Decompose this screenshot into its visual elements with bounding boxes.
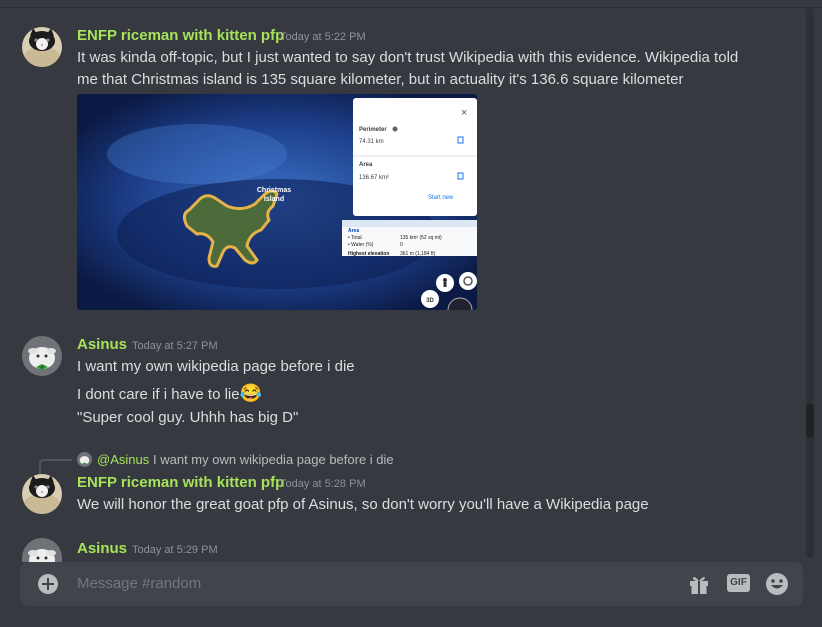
3d-button-label: 3D — [426, 298, 434, 304]
kitten-avatar-image — [22, 27, 62, 67]
gift-icon[interactable] — [688, 573, 710, 595]
kitten-avatar-image — [22, 474, 62, 514]
message-text-line: "Super cool guy. Uhhh has big D" — [77, 409, 299, 426]
avatar-kitten[interactable] — [22, 474, 62, 514]
infobox-value: 361 m (1,184 ft) — [400, 251, 436, 257]
satellite-map-image: Christmas Island × Perimeter 74.31 km Ar… — [77, 94, 477, 310]
map-label: Island — [264, 196, 284, 203]
message-input[interactable]: Message #random — [77, 575, 201, 592]
image-attachment[interactable]: Christmas Island × Perimeter 74.31 km Ar… — [77, 94, 477, 310]
infobox-label: Highest elevation — [348, 251, 389, 257]
message-author[interactable]: Asinus — [77, 336, 127, 353]
map-label: Christmas — [257, 187, 291, 194]
add-attachment-icon[interactable] — [38, 574, 58, 594]
infobox-area-header: Area — [348, 228, 359, 234]
message-timestamp: Today at 5:22 PM — [280, 31, 366, 43]
message-text-line: I want my own wikipedia page before i di… — [77, 358, 355, 375]
compass-icon[interactable] — [459, 272, 477, 290]
avatar-goat[interactable] — [22, 538, 62, 562]
message-group: ENFP riceman with kitten pfp Today at 5:… — [0, 0, 800, 320]
message-text-line: me that Christmas island is 135 square k… — [77, 71, 684, 88]
reply-author[interactable]: @Asinus — [97, 452, 149, 467]
message-text-line: I dont care if i have to lie😂 — [77, 383, 262, 404]
message-text-line: We will honor the great goat pfp of Asin… — [77, 496, 649, 513]
scrollbar-track[interactable] — [806, 8, 814, 558]
message-timestamp: Today at 5:29 PM — [132, 544, 218, 556]
info-icon — [392, 126, 398, 132]
infobox-label: • Total — [348, 235, 362, 241]
area-label: Area — [359, 162, 373, 168]
avatar-kitten[interactable] — [22, 27, 62, 67]
goat-avatar-image — [77, 452, 92, 467]
gif-icon[interactable]: GIF — [727, 574, 750, 592]
goat-avatar-image — [22, 336, 62, 376]
infobox-label: • Water (%) — [348, 242, 374, 248]
message-timestamp: Today at 5:27 PM — [132, 340, 218, 352]
reply-preview-text[interactable]: I want my own wikipedia page before i di… — [153, 452, 394, 467]
message-text-line: It was kinda off-topic, but I just wante… — [77, 49, 739, 66]
message-author[interactable]: Asinus — [77, 540, 127, 557]
start-new-link[interactable]: Start new — [428, 195, 454, 201]
infobox-value: 135 km² (52 sq mi) — [400, 235, 442, 241]
message-author[interactable]: ENFP riceman with kitten pfp — [77, 27, 284, 44]
perimeter-value: 74.31 km — [359, 139, 384, 145]
reply-avatar — [77, 452, 92, 467]
avatar-goat[interactable] — [22, 336, 62, 376]
area-value: 136.67 km² — [359, 175, 389, 181]
scrollbar-thumb[interactable] — [806, 404, 814, 438]
close-icon[interactable]: × — [461, 107, 467, 119]
message-author[interactable]: ENFP riceman with kitten pfp — [77, 474, 284, 491]
perimeter-label: Perimeter — [359, 127, 387, 133]
goat-avatar-image — [22, 538, 62, 562]
reply-spine — [39, 459, 72, 474]
infobox-value: 0 — [400, 242, 403, 248]
message-text: I dont care if i have to lie — [77, 386, 240, 403]
emoji-icon[interactable] — [765, 572, 789, 596]
message-timestamp: Today at 5:28 PM — [280, 478, 366, 490]
joy-emoji: 😂 — [239, 383, 263, 403]
message-composer: Message #random GIF — [20, 562, 803, 606]
